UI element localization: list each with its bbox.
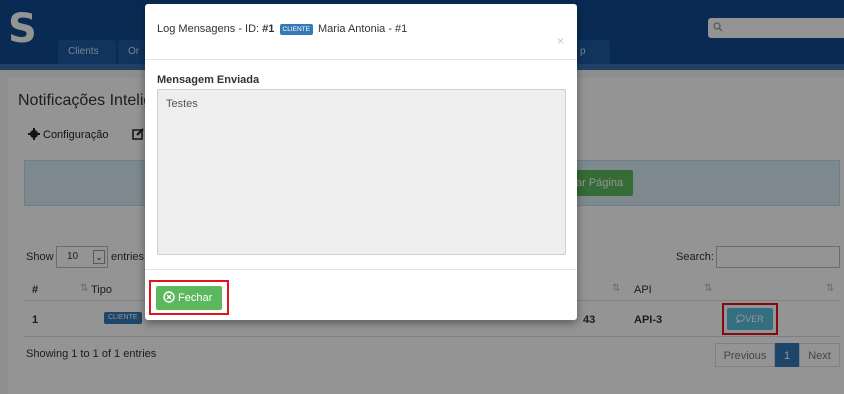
modal-footer-divider	[145, 269, 577, 270]
modal-header: Log Mensagens - ID: #1 CLIENTE Maria Ant…	[145, 4, 577, 60]
modal-title-prefix: Log Mensagens - ID:	[157, 23, 260, 35]
message-textarea[interactable]: Testes	[157, 89, 566, 255]
modal-title-id: #1	[262, 23, 275, 35]
close-icon[interactable]: ×	[557, 34, 564, 48]
message-label: Mensagem Enviada	[157, 74, 260, 86]
log-messages-modal: Log Mensagens - ID: #1 CLIENTE Maria Ant…	[145, 4, 577, 320]
highlight-box	[149, 280, 229, 315]
modal-title: Log Mensagens - ID: #1 CLIENTE Maria Ant…	[157, 23, 407, 35]
client-badge: CLIENTE	[279, 24, 313, 35]
modal-title-suffix: Maria Antonia - #1	[318, 23, 408, 35]
